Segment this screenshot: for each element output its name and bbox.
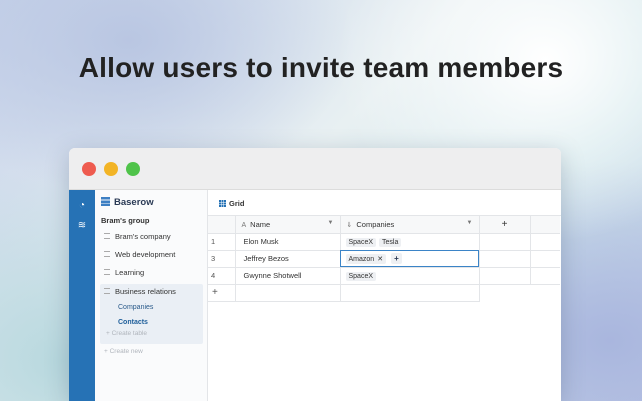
text-field-icon: A: [241, 221, 247, 229]
grid-header-row: A Name ▼ ⇓ Companies ▼ +: [208, 216, 560, 234]
table-row[interactable]: 1 Elon Musk SpaceX Tesla: [208, 233, 560, 251]
header-filler: [530, 216, 560, 234]
create-table-link[interactable]: + Create table: [106, 330, 147, 337]
row-id: 3: [208, 250, 236, 268]
headline: Allow users to invite team members: [78, 52, 564, 83]
dashboard-icon[interactable]: ◔: [76, 200, 88, 212]
database-icon: [104, 288, 110, 294]
column-header-label: Companies: [356, 219, 395, 229]
empty-cell: [479, 284, 530, 301]
sidebar-item-brams-company[interactable]: Bram's company: [104, 230, 171, 244]
data-grid: A Name ▼ ⇓ Companies ▼ + 1 Elon Musk SpaceX T…: [208, 216, 560, 302]
empty-cell: [479, 250, 531, 268]
empty-cell: [479, 233, 531, 251]
baserow-logo-icon: [101, 197, 110, 206]
sidebar-item-learning[interactable]: Learning: [104, 266, 144, 280]
create-new-link[interactable]: + Create new: [104, 348, 143, 355]
companies-cell-selected[interactable]: Amazon ✕ +: [340, 250, 480, 268]
grid-icon: [219, 200, 226, 207]
add-row[interactable]: +: [208, 284, 560, 302]
chevron-down-icon[interactable]: ▼: [328, 220, 334, 226]
minimize-window-button[interactable]: [104, 162, 118, 176]
empty-cell: [340, 284, 480, 302]
brand[interactable]: Baserow: [101, 197, 154, 208]
empty-cell: [530, 233, 560, 251]
table-item-contacts[interactable]: Contacts: [118, 319, 148, 326]
group-name[interactable]: Bram's group: [101, 216, 149, 225]
sidebar-item-business-relations[interactable]: Business relations: [104, 285, 176, 299]
empty-cell: [530, 250, 560, 268]
companies-cell[interactable]: SpaceX Tesla: [340, 233, 480, 251]
company-chip[interactable]: SpaceX: [345, 237, 377, 247]
column-header-companies[interactable]: ⇓ Companies ▼: [340, 216, 480, 234]
sidebar-item-label: Bram's company: [115, 232, 171, 241]
company-chip[interactable]: Tesla: [379, 237, 402, 247]
sidebar-item-label: Learning: [115, 268, 145, 277]
empty-cell: [235, 284, 341, 302]
name-cell[interactable]: Jeffrey Bezos: [235, 250, 341, 268]
table-row[interactable]: 3 Jeffrey Bezos Amazon ✕ +: [208, 250, 560, 268]
row-id: 4: [208, 267, 236, 285]
chevron-down-icon[interactable]: ▼: [467, 220, 473, 226]
view-name: Grid: [229, 199, 245, 208]
name-cell[interactable]: Elon Musk: [235, 233, 341, 251]
empty-cell: [479, 267, 531, 285]
database-icon: [104, 233, 110, 239]
sidebar: Baserow Bram's group Bram's company Web …: [95, 190, 208, 401]
empty-cell: [530, 284, 560, 301]
main-area: Grid A Name ▼ ⇓ Companies ▼ + 1 Elon Mus…: [208, 190, 561, 401]
close-window-button[interactable]: [82, 162, 96, 176]
database-icon: [104, 269, 110, 275]
maximize-window-button[interactable]: [126, 162, 140, 176]
company-chip[interactable]: SpaceX: [345, 271, 377, 281]
link-field-icon: ⇓: [346, 221, 353, 229]
database-icon: [104, 251, 110, 257]
app-window: ◔ ≋ Baserow Bram's group Bram's company …: [69, 148, 561, 401]
title-bar: [69, 148, 561, 190]
app-body: ◔ ≋ Baserow Bram's group Bram's company …: [69, 190, 561, 401]
company-chip[interactable]: Amazon ✕: [345, 254, 387, 264]
view-switcher[interactable]: Grid: [219, 199, 244, 208]
column-header-label: Name: [250, 219, 271, 229]
add-field-button[interactable]: +: [479, 216, 531, 234]
add-row-button[interactable]: +: [208, 284, 236, 302]
left-rail: ◔ ≋: [69, 190, 95, 401]
brand-name: Baserow: [114, 197, 154, 208]
name-cell[interactable]: Gwynne Shotwell: [235, 267, 341, 285]
company-chip-label: Amazon: [348, 256, 375, 263]
view-bar: Grid: [208, 190, 561, 216]
row-number-header: [208, 216, 236, 234]
companies-cell[interactable]: SpaceX: [340, 267, 480, 285]
sidebar-item-web-development[interactable]: Web development: [104, 248, 175, 262]
sidebar-item-label: Business relations: [115, 287, 176, 296]
sidebar-item-label: Web development: [115, 250, 176, 259]
column-header-name[interactable]: A Name ▼: [235, 216, 341, 234]
remove-chip-icon[interactable]: ✕: [377, 256, 383, 263]
table-item-companies[interactable]: Companies: [118, 304, 153, 311]
add-link-button[interactable]: +: [391, 253, 402, 264]
empty-cell: [530, 267, 560, 285]
database-icon[interactable]: ≋: [76, 220, 88, 232]
row-id: 1: [208, 233, 236, 251]
table-row[interactable]: 4 Gwynne Shotwell SpaceX: [208, 267, 560, 285]
